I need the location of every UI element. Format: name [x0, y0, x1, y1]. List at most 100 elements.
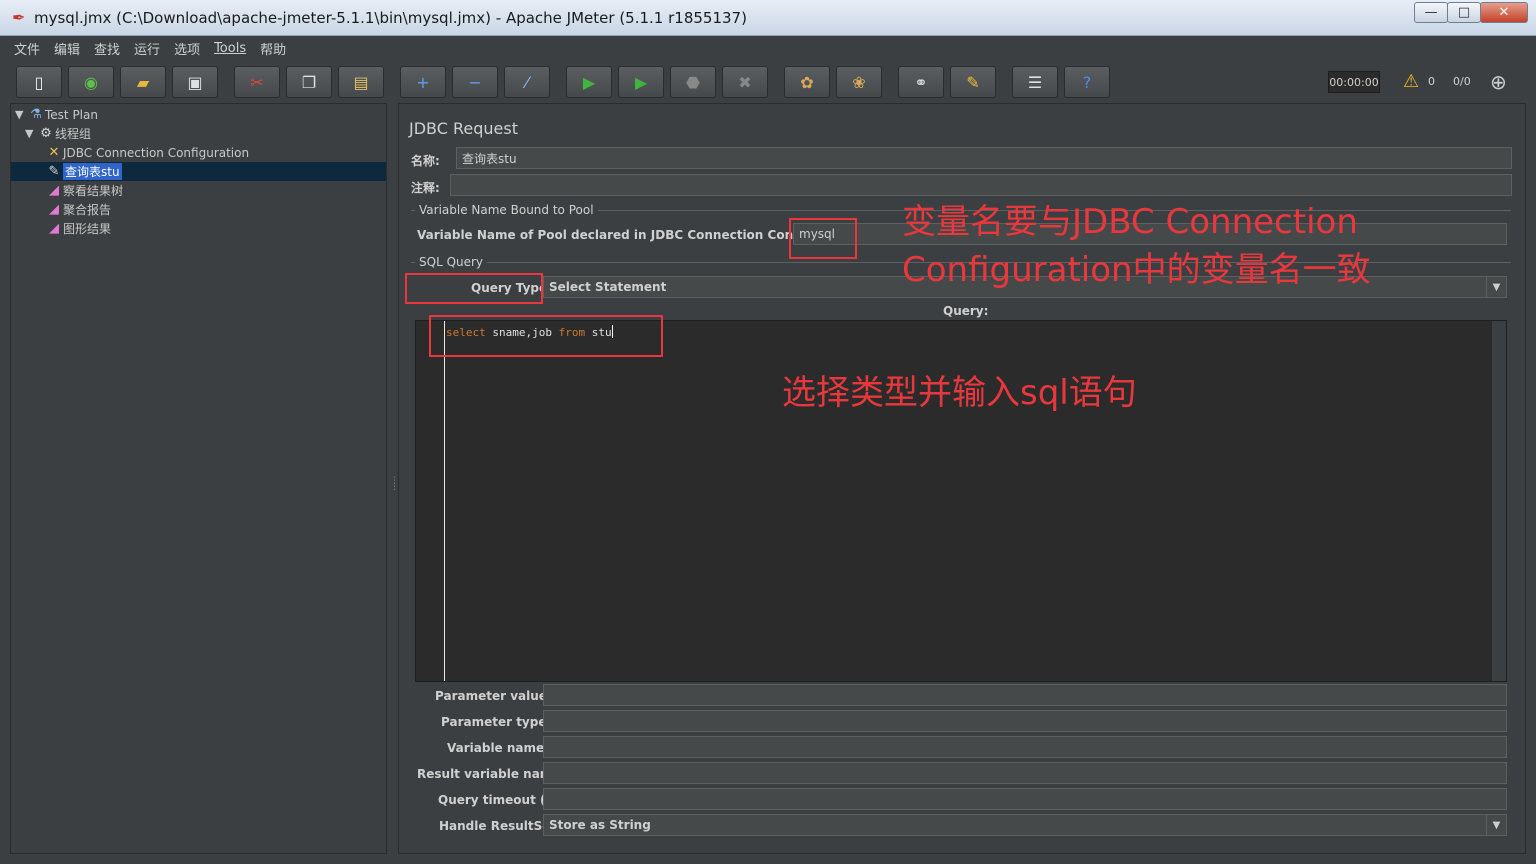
- annotation-note-sql: 选择类型并输入sql语句: [782, 373, 1137, 413]
- clear-all-icon: ❀: [852, 72, 866, 92]
- parameter-types-input[interactable]: [543, 710, 1507, 732]
- dropdown-arrow-icon[interactable]: ▼: [1486, 277, 1506, 297]
- new-button[interactable]: ▯: [16, 66, 62, 98]
- help-icon: ?: [1082, 72, 1092, 92]
- toggle-button[interactable]: ⁄: [504, 66, 550, 98]
- window-controls: — □ ✕: [1414, 2, 1528, 23]
- tree-node-thread-group[interactable]: ▼ ⚙ 线程组: [25, 124, 91, 143]
- shutdown-icon: ✖: [738, 72, 752, 92]
- toggle-icon: ⁄: [525, 72, 529, 92]
- start-icon: ▶: [582, 72, 596, 92]
- remote-globe-icon[interactable]: ⊕: [1490, 70, 1507, 94]
- test-plan-tree: ▼ ⚗ Test Plan ▼ ⚙ 线程组 ✕ JDBC Connection …: [10, 103, 387, 854]
- menu-help[interactable]: 帮助: [260, 39, 286, 58]
- start-button[interactable]: ▶: [566, 66, 612, 98]
- clear-all-button[interactable]: ❀: [836, 66, 882, 98]
- close-button[interactable]: ✕: [1480, 2, 1528, 23]
- cut-icon: ✂: [250, 72, 264, 92]
- result-variable-input[interactable]: [543, 762, 1507, 784]
- name-label: 名称:: [411, 154, 440, 168]
- sql-group-title: SQL Query: [415, 255, 488, 269]
- variable-names-label: Variable names:: [447, 741, 557, 755]
- clear-button[interactable]: ✿: [784, 66, 830, 98]
- open-icon: ▰: [136, 72, 150, 92]
- query-timeout-input[interactable]: [543, 788, 1507, 810]
- comment-label: 注释:: [411, 181, 440, 195]
- tree-node-results-tree[interactable]: ◢ 察看结果树: [45, 181, 123, 200]
- paste-icon: ▤: [353, 72, 369, 92]
- start-no-pause-icon: ▶: [634, 72, 648, 92]
- menu-search[interactable]: 查找: [94, 39, 120, 58]
- minimize-button[interactable]: —: [1414, 2, 1448, 23]
- reset-search-icon: ✎: [966, 72, 980, 92]
- annotation-note-pool-line1: 变量名要与JDBC Connection: [902, 202, 1358, 242]
- start-no-pause-button[interactable]: ▶: [618, 66, 664, 98]
- expand-arrow-icon[interactable]: ▼: [25, 127, 37, 140]
- menu-options[interactable]: 选项: [174, 39, 200, 58]
- handle-resultset-select[interactable]: Store as String ▼: [543, 814, 1507, 836]
- search-icon: ⚭: [914, 72, 928, 92]
- editor-scrollbar[interactable]: [1492, 321, 1506, 681]
- copy-icon: ❐: [301, 72, 317, 92]
- tree-node-aggregate-report[interactable]: ◢ 聚合报告: [45, 200, 111, 219]
- warning-icon[interactable]: ⚠: [1403, 71, 1419, 92]
- new-icon: ▯: [34, 72, 44, 92]
- collapse-icon: −: [468, 72, 482, 92]
- search-button[interactable]: ⚭: [898, 66, 944, 98]
- chart-icon: ◢: [49, 221, 59, 236]
- shutdown-button[interactable]: ✖: [722, 66, 768, 98]
- collapse-button[interactable]: −: [452, 66, 498, 98]
- name-input[interactable]: 查询表stu: [456, 147, 1512, 169]
- parameter-values-label: Parameter values:: [435, 689, 559, 703]
- templates-button[interactable]: ◉: [68, 66, 114, 98]
- reset-search-button[interactable]: ✎: [950, 66, 996, 98]
- window-title: mysql.jmx (C:\Download\apache-jmeter-5.1…: [34, 9, 747, 27]
- editor-gutter: [416, 321, 445, 681]
- help-button[interactable]: ?: [1064, 66, 1110, 98]
- annotation-box-sql: [429, 315, 663, 357]
- tree-node-query-stu[interactable]: ✎ 查询表stu: [45, 162, 122, 181]
- title-bar: ✒ mysql.jmx (C:\Download\apache-jmeter-5…: [0, 0, 1536, 36]
- jmeter-feather-icon: ✒: [12, 8, 26, 27]
- expand-arrow-icon[interactable]: ▼: [15, 108, 27, 121]
- function-helper-icon: ☰: [1027, 72, 1043, 92]
- annotation-note-pool-line2: Configuration中的变量名一致: [902, 250, 1371, 290]
- menu-file[interactable]: 文件: [14, 39, 40, 58]
- expand-icon: +: [416, 72, 430, 92]
- pool-group-title: Variable Name Bound to Pool: [415, 203, 598, 217]
- stop-button[interactable]: ⬣: [670, 66, 716, 98]
- menu-edit[interactable]: 编辑: [54, 39, 80, 58]
- maximize-button[interactable]: □: [1447, 2, 1481, 23]
- cut-button[interactable]: ✂: [234, 66, 280, 98]
- warning-count: 0: [1428, 75, 1435, 88]
- comment-input[interactable]: [450, 174, 1512, 196]
- chart-icon: ◢: [49, 202, 59, 217]
- parameter-values-input[interactable]: [543, 684, 1507, 706]
- clear-icon: ✿: [800, 72, 814, 92]
- function-helper-button[interactable]: ☰: [1012, 66, 1058, 98]
- paste-button[interactable]: ▤: [338, 66, 384, 98]
- tree-node-jdbc-config[interactable]: ✕ JDBC Connection Configuration: [45, 143, 250, 162]
- tree-node-graph-results[interactable]: ◢ 图形结果: [45, 219, 111, 238]
- templates-icon: ◉: [84, 72, 98, 92]
- copy-button[interactable]: ❐: [286, 66, 332, 98]
- query-label: Query:: [943, 304, 989, 318]
- save-button[interactable]: ▣: [172, 66, 218, 98]
- wrench-icon: ✕: [48, 145, 60, 160]
- dropdown-arrow-icon[interactable]: ▼: [1486, 815, 1506, 835]
- open-button[interactable]: ▰: [120, 66, 166, 98]
- panel-title: JDBC Request: [409, 119, 518, 138]
- tree-node-test-plan[interactable]: ▼ ⚗ Test Plan: [15, 105, 98, 124]
- elapsed-timer: 00:00:00: [1328, 71, 1380, 93]
- variable-names-input[interactable]: [543, 736, 1507, 758]
- menu-tools[interactable]: Tools: [214, 41, 246, 56]
- toolbar: ▯ ◉ ▰ ▣ ✂ ❐ ▤ + − ⁄ ▶ ▶ ⬣ ✖ ✿ ❀ ⚭ ✎ ☰ ? …: [10, 61, 1526, 103]
- stop-icon: ⬣: [686, 72, 700, 92]
- active-threads: 0/0: [1453, 75, 1471, 88]
- pen-icon: ✎: [48, 164, 60, 179]
- expand-button[interactable]: +: [400, 66, 446, 98]
- parameter-types-label: Parameter types:: [441, 715, 559, 729]
- annotation-box-pool: [789, 218, 857, 259]
- menu-run[interactable]: 运行: [134, 39, 160, 58]
- menu-bar: 文件 编辑 查找 运行 选项 Tools 帮助: [10, 36, 1526, 60]
